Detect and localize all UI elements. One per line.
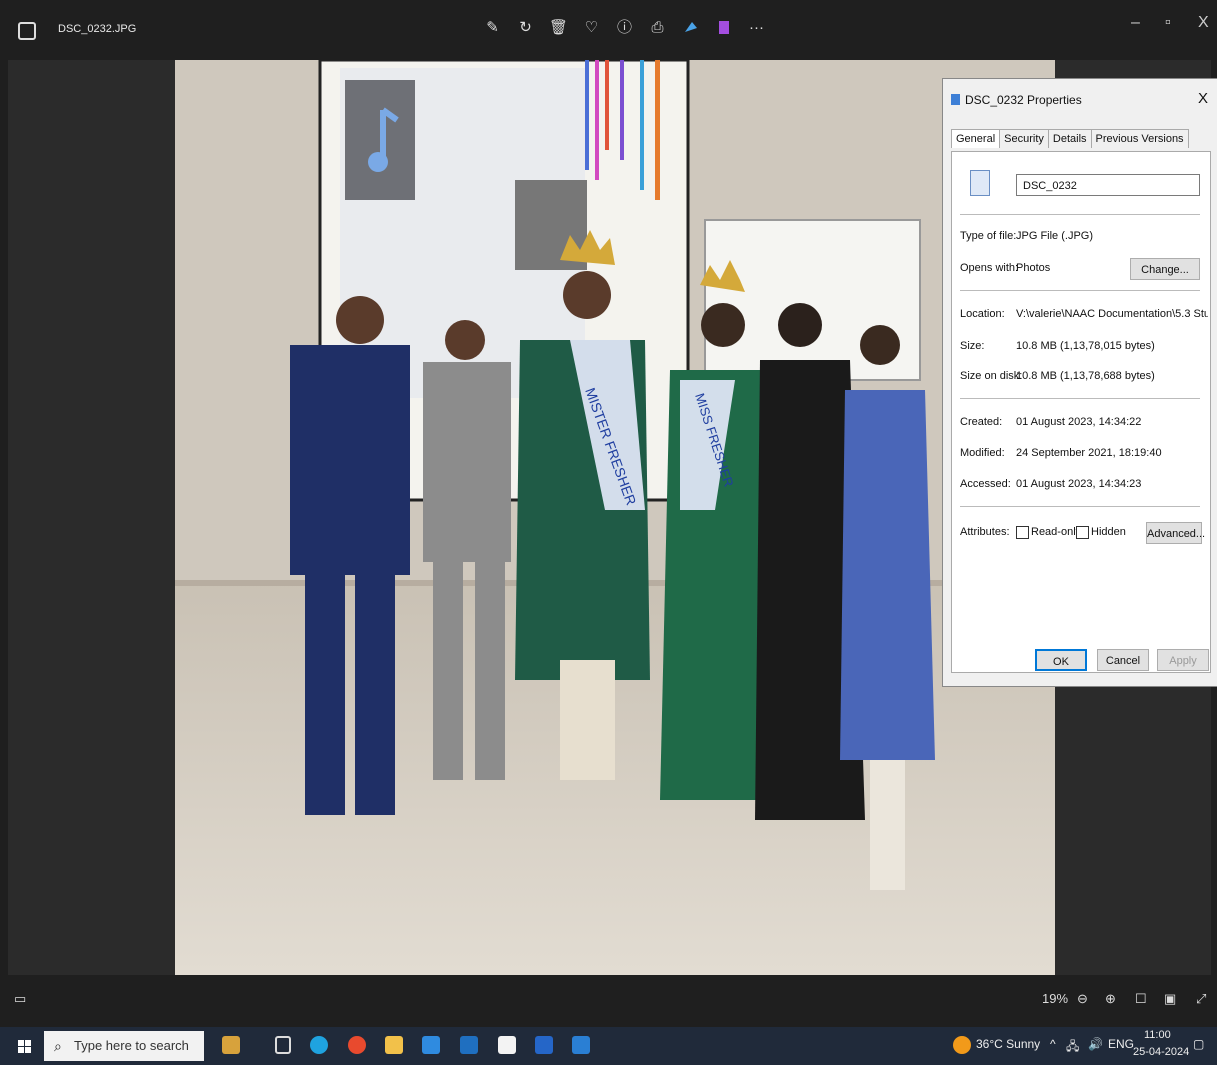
opens-with-value: Photos	[1016, 262, 1051, 274]
notifications-icon[interactable]: ▢	[1193, 1037, 1204, 1051]
properties-dialog: DSC_0232 Properties X General Security D…	[942, 78, 1217, 687]
delete-icon[interactable]: 🗑	[549, 18, 568, 38]
title-bar: DSC_0232.JPG ✎ ↻ 🗑 ♡ ⓘ ⎙ ··· – ▫ X	[0, 0, 1217, 60]
photos-icon[interactable]	[572, 1036, 590, 1054]
share-icon[interactable]	[681, 18, 700, 38]
clock-time[interactable]: 11:00	[1144, 1029, 1171, 1041]
advanced-button[interactable]: Advanced...	[1146, 522, 1205, 544]
zoom-out-icon[interactable]: ⊖	[1077, 991, 1088, 1007]
edit-icon[interactable]: ✎	[483, 18, 502, 38]
file-icon	[951, 94, 960, 105]
search-icon: ⌕	[54, 1038, 62, 1054]
modified-label: Modified:	[960, 447, 1005, 459]
type-value: JPG File (.JPG)	[1016, 230, 1094, 242]
dialog-close-button[interactable]: X	[1198, 90, 1208, 107]
more-icon[interactable]: ···	[747, 18, 766, 38]
zoom-level: 19%	[1042, 991, 1069, 1006]
chrome-icon[interactable]	[348, 1036, 366, 1054]
modified-value: 24 September 2021, 18:19:40	[1016, 447, 1162, 459]
word-icon[interactable]	[535, 1036, 553, 1054]
size-on-disk-label: Size on disk:	[960, 370, 1023, 382]
photos-app-icon	[18, 22, 36, 40]
taskbar: ⌕ Type here to search 36°C Sunny ^ 🖧 🔊 E…	[0, 1027, 1217, 1065]
clock-date[interactable]: 25-04-2024	[1133, 1046, 1189, 1058]
outlook-icon[interactable]	[460, 1036, 478, 1054]
size-label: Size:	[960, 340, 985, 352]
change-button[interactable]: Change...	[1130, 258, 1200, 280]
maximize-button[interactable]: ▫	[1165, 14, 1171, 32]
divider	[960, 398, 1200, 399]
size-on-disk-value: 10.8 MB (1,13,78,688 bytes)	[1016, 370, 1155, 382]
task-view-icon[interactable]	[275, 1036, 291, 1054]
info-icon[interactable]: ⓘ	[615, 18, 634, 38]
tab-details[interactable]: Details	[1047, 129, 1092, 148]
mail-icon[interactable]	[422, 1036, 440, 1054]
file-name-field[interactable]: DSC_0232	[1016, 174, 1200, 196]
ok-button[interactable]: OK	[1035, 649, 1087, 671]
accessed-value: 01 August 2023, 14:34:23	[1016, 478, 1142, 490]
readonly-label: Read-only	[1031, 526, 1082, 538]
language-indicator[interactable]: ENG	[1108, 1037, 1134, 1051]
created-value: 01 August 2023, 14:34:22	[1016, 416, 1142, 428]
volume-icon[interactable]: 🔊	[1088, 1037, 1103, 1051]
divider	[960, 214, 1200, 215]
close-button[interactable]: X	[1198, 14, 1209, 32]
calculator-icon[interactable]	[498, 1036, 516, 1054]
opens-with-label: Opens with:	[960, 262, 1019, 274]
general-panel: DSC_0232 Type of file: JPG File (.JPG) O…	[951, 151, 1211, 673]
actual-size-icon[interactable]: ▣	[1164, 991, 1176, 1007]
fit-window-icon[interactable]: ☐	[1135, 991, 1147, 1007]
size-value: 10.8 MB (1,13,78,015 bytes)	[1016, 340, 1155, 352]
jpg-file-icon	[970, 170, 990, 196]
dialog-title: DSC_0232 Properties	[965, 93, 1082, 107]
windows-start-icon[interactable]	[18, 1040, 31, 1053]
taskbar-search[interactable]: ⌕ Type here to search	[44, 1031, 204, 1061]
type-label: Type of file:	[960, 230, 1017, 242]
minimize-button[interactable]: –	[1131, 14, 1140, 32]
viewer-toolbar: ✎ ↻ 🗑 ♡ ⓘ ⎙ ···	[483, 18, 766, 38]
hidden-checkbox[interactable]	[1076, 526, 1089, 539]
cancel-button[interactable]: Cancel	[1097, 649, 1149, 671]
rotate-icon[interactable]: ↻	[516, 18, 535, 38]
search-placeholder: Type here to search	[74, 1038, 189, 1053]
file-name-title: DSC_0232.JPG	[58, 23, 137, 35]
dialog-tabs: General Security Details Previous Versio…	[951, 129, 1189, 148]
zoom-in-icon[interactable]: ⊕	[1105, 991, 1116, 1007]
tray-chevron-icon[interactable]: ^	[1050, 1037, 1056, 1051]
hidden-label: Hidden	[1091, 526, 1126, 538]
favorite-icon[interactable]: ♡	[582, 18, 601, 38]
location-value: V:\valerie\NAAC Documentation\5.3 Studen…	[1016, 308, 1208, 320]
divider	[960, 506, 1200, 507]
apply-button[interactable]: Apply	[1157, 649, 1209, 671]
print-icon[interactable]: ⎙	[648, 18, 667, 38]
fullscreen-icon[interactable]: ⤢	[1196, 991, 1206, 1007]
weather-icon[interactable]	[953, 1036, 971, 1054]
photo-image: MISTER FRESHER MISS FRESHER	[175, 60, 1055, 975]
tab-general[interactable]: General	[951, 129, 1001, 148]
network-icon[interactable]: 🖧	[1066, 1037, 1079, 1058]
readonly-checkbox[interactable]	[1016, 526, 1029, 539]
viewer-status-bar: ▭ 19% ⊖ ⊕ ☐ ▣ ⤢	[0, 985, 1217, 1015]
attributes-label: Attributes:	[960, 526, 1010, 538]
divider	[960, 290, 1200, 291]
clipchamp-icon[interactable]	[714, 18, 733, 38]
tab-previous-versions[interactable]: Previous Versions	[1090, 129, 1189, 148]
created-label: Created:	[960, 416, 1003, 428]
dog-avatar-icon[interactable]	[222, 1036, 240, 1054]
file-explorer-icon[interactable]	[385, 1036, 403, 1054]
weather-text[interactable]: 36°C Sunny	[976, 1037, 1040, 1051]
accessed-label: Accessed:	[960, 478, 1011, 490]
location-label: Location:	[960, 308, 1005, 320]
edge-icon[interactable]	[310, 1036, 328, 1054]
tab-security[interactable]: Security	[999, 129, 1049, 148]
filmstrip-icon[interactable]: ▭	[14, 991, 26, 1007]
